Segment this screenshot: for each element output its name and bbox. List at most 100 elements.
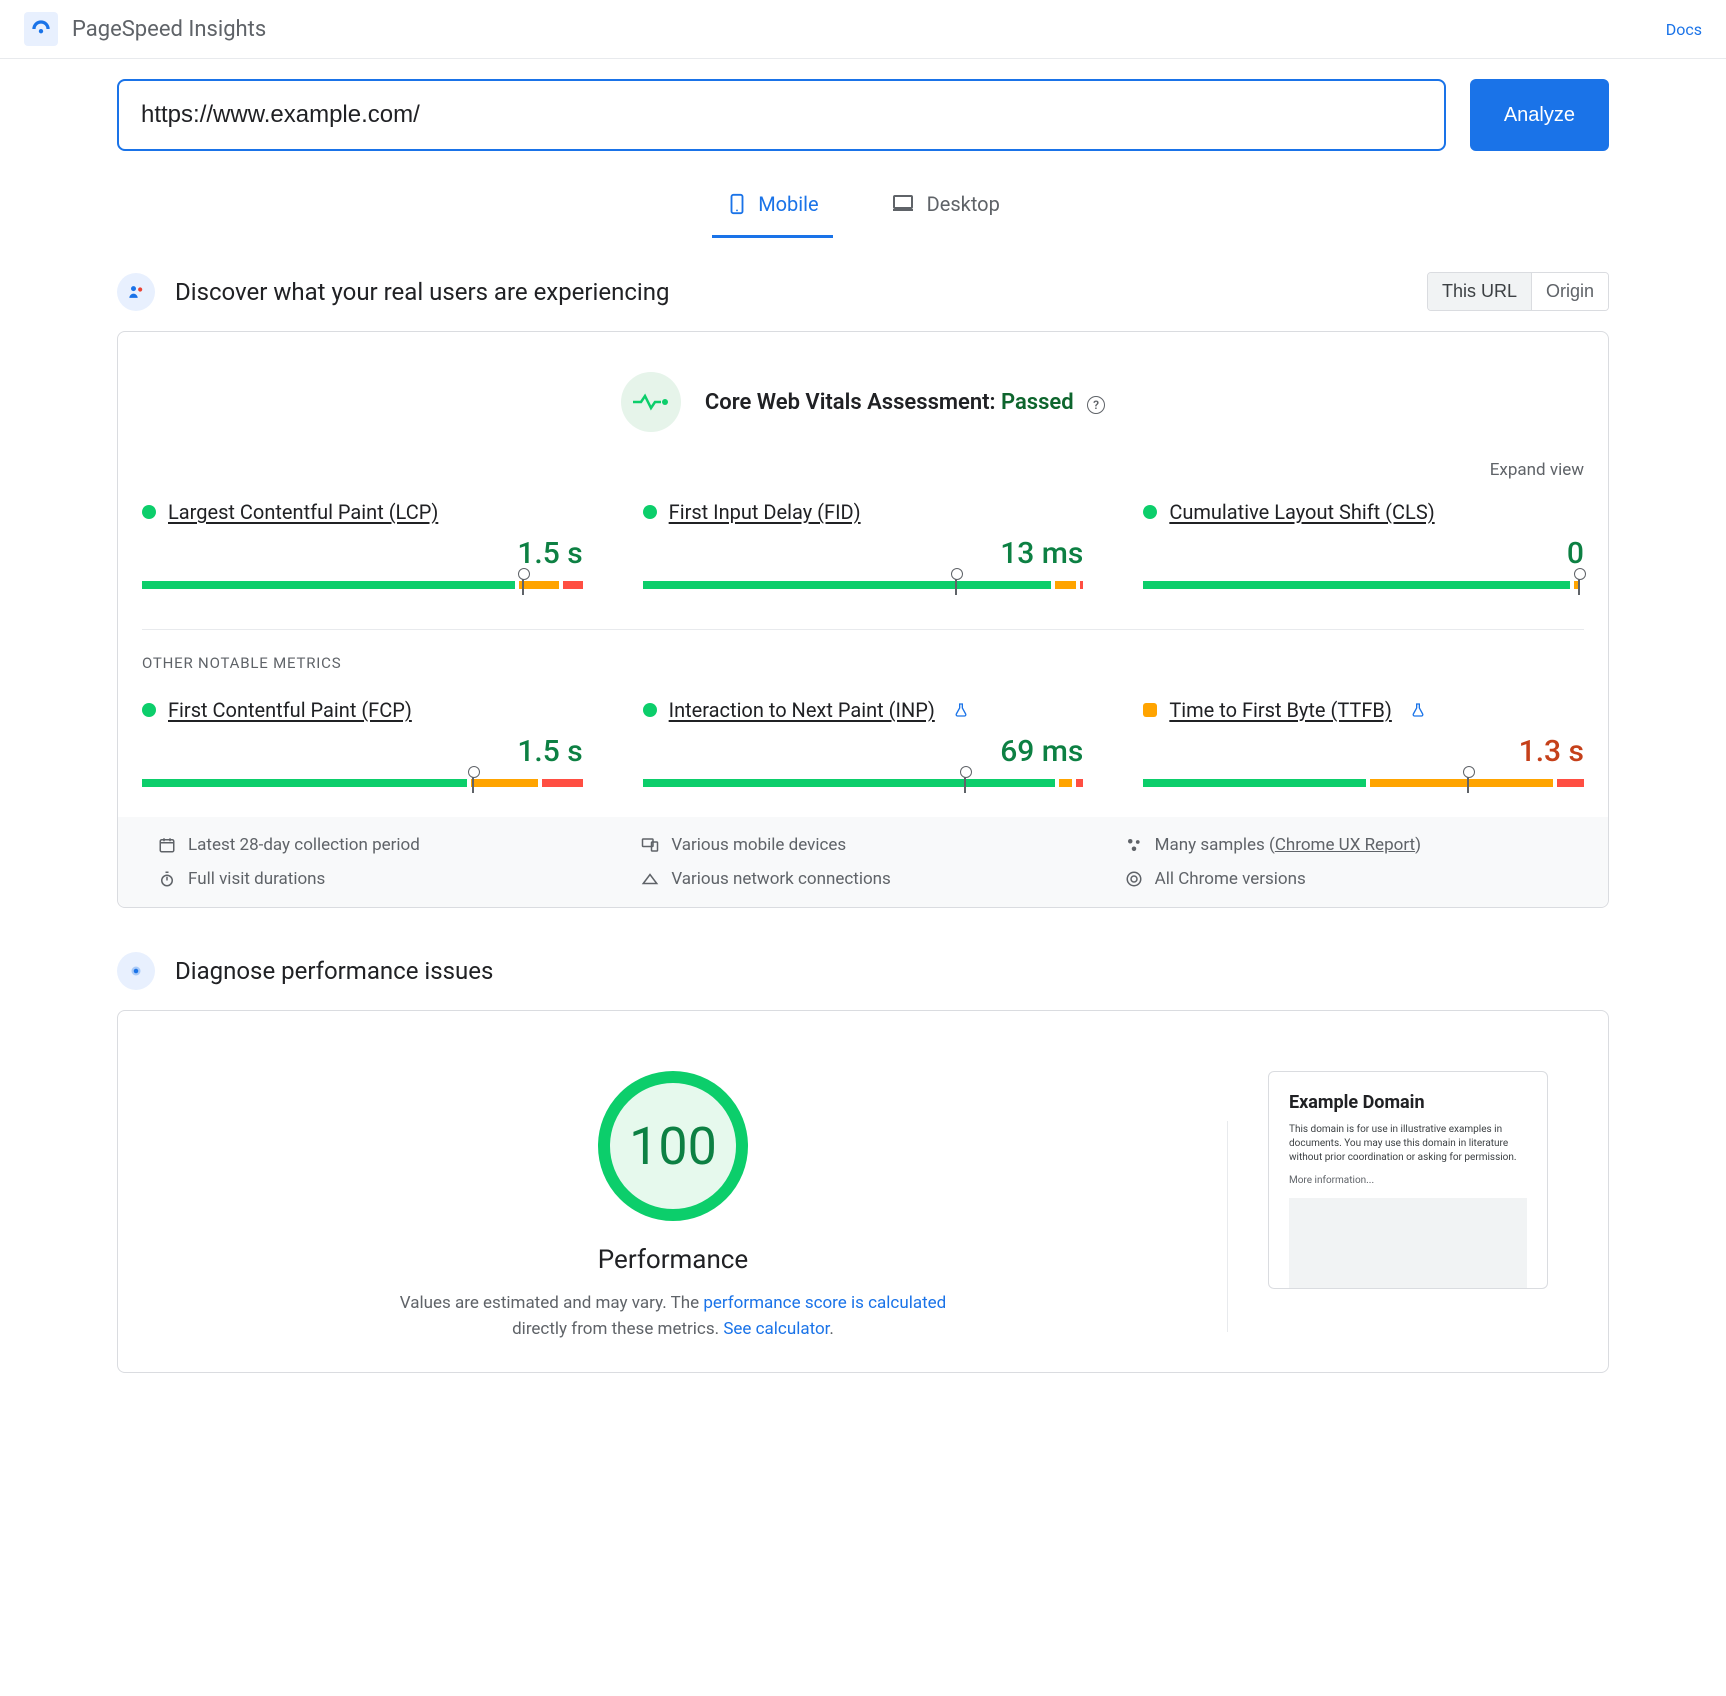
metric-value: 1.5 s bbox=[142, 734, 583, 769]
samples-icon bbox=[1125, 836, 1143, 854]
distribution-bar bbox=[142, 581, 583, 589]
footer-versions: All Chrome versions bbox=[1125, 869, 1568, 889]
app-header: PageSpeed Insights Docs bbox=[0, 0, 1726, 59]
performance-gauge: 100 bbox=[598, 1071, 748, 1221]
flask-icon bbox=[953, 702, 969, 718]
status-dot bbox=[1143, 505, 1157, 519]
bar-segment-orange bbox=[519, 581, 559, 589]
bar-segment-green bbox=[1143, 779, 1366, 787]
metric-name[interactable]: Largest Contentful Paint (LCP) bbox=[168, 500, 438, 524]
bar-segment-green bbox=[643, 581, 1052, 589]
device-tabs: Mobile Desktop bbox=[117, 179, 1609, 238]
bar-segment-orange bbox=[1055, 581, 1075, 589]
metric-value: 1.3 s bbox=[1143, 734, 1584, 769]
bar-segment-green bbox=[643, 779, 1055, 787]
status-dot bbox=[1143, 703, 1157, 717]
preview-column: Example Domain This domain is for use in… bbox=[1228, 1071, 1608, 1342]
metrics-divider bbox=[142, 629, 1584, 630]
docs-link[interactable]: Docs bbox=[1666, 20, 1702, 39]
performance-description: Values are estimated and may vary. The p… bbox=[393, 1291, 953, 1342]
bar-segment-green bbox=[142, 779, 467, 787]
bar-segment-green bbox=[142, 581, 515, 589]
status-dot bbox=[643, 505, 657, 519]
bar-segment-red bbox=[563, 581, 583, 589]
status-dot bbox=[142, 703, 156, 717]
diagnose-header: Diagnose performance issues bbox=[117, 952, 1609, 990]
bar-segment-orange bbox=[1370, 779, 1553, 787]
metric-name[interactable]: First Input Delay (FID) bbox=[669, 500, 861, 524]
help-icon[interactable]: ? bbox=[1087, 396, 1105, 414]
bar-segment-red bbox=[1076, 779, 1083, 787]
expand-view-link[interactable]: Expand view bbox=[118, 460, 1608, 492]
mobile-icon bbox=[726, 189, 748, 219]
metric: Largest Contentful Paint (LCP) 1.5 s bbox=[142, 500, 583, 589]
vitals-pass-icon bbox=[621, 372, 681, 432]
bar-segment-orange bbox=[471, 779, 539, 787]
bar-marker bbox=[955, 575, 957, 595]
bar-segment-red bbox=[1557, 779, 1584, 787]
diagnose-icon bbox=[117, 952, 155, 990]
desktop-icon bbox=[889, 192, 917, 216]
header-left: PageSpeed Insights bbox=[24, 12, 266, 46]
footer-samples: Many samples (Chrome UX Report) bbox=[1125, 835, 1568, 855]
stopwatch-icon bbox=[158, 870, 176, 888]
bar-marker bbox=[472, 773, 474, 793]
footer-versions-text: All Chrome versions bbox=[1155, 869, 1306, 889]
cwv-label-text: Core Web Vitals Assessment: bbox=[705, 390, 1001, 415]
metric: Cumulative Layout Shift (CLS) 0 bbox=[1143, 500, 1584, 589]
crux-link[interactable]: Chrome UX Report bbox=[1275, 835, 1415, 855]
app-logo-icon bbox=[24, 12, 58, 46]
distribution-bar bbox=[1143, 581, 1584, 589]
tab-desktop-label: Desktop bbox=[927, 192, 1000, 216]
distribution-bar bbox=[1143, 779, 1584, 787]
toggle-this-url[interactable]: This URL bbox=[1428, 273, 1531, 310]
performance-label: Performance bbox=[158, 1245, 1188, 1275]
score-calc-link[interactable]: performance score is calculated bbox=[703, 1293, 946, 1313]
preview-title: Example Domain bbox=[1289, 1092, 1527, 1113]
metric-name[interactable]: Time to First Byte (TTFB) bbox=[1169, 698, 1392, 722]
bar-marker bbox=[522, 575, 524, 595]
metric: First Contentful Paint (FCP) 1.5 s bbox=[142, 698, 583, 787]
analyze-button[interactable]: Analyze bbox=[1470, 79, 1609, 151]
tab-desktop[interactable]: Desktop bbox=[875, 179, 1014, 238]
preview-more-link: More information... bbox=[1289, 1175, 1527, 1186]
footer-period-text: Latest 28-day collection period bbox=[188, 835, 420, 855]
footer-networks: Various network connections bbox=[641, 869, 1084, 889]
metric-value: 13 ms bbox=[643, 536, 1084, 571]
distribution-bar bbox=[643, 779, 1084, 787]
field-data-card: Core Web Vitals Assessment: Passed ? Exp… bbox=[117, 331, 1609, 908]
bar-marker bbox=[1467, 773, 1469, 793]
metric-name[interactable]: First Contentful Paint (FCP) bbox=[168, 698, 412, 722]
bar-marker bbox=[964, 773, 966, 793]
cwv-status: Passed bbox=[1001, 390, 1074, 415]
preview-text: This domain is for use in illustrative e… bbox=[1289, 1123, 1527, 1165]
chrome-icon bbox=[1125, 870, 1143, 888]
metric-name[interactable]: Cumulative Layout Shift (CLS) bbox=[1169, 500, 1434, 524]
flask-icon bbox=[1410, 702, 1426, 718]
bar-marker bbox=[1578, 575, 1580, 595]
tab-mobile[interactable]: Mobile bbox=[712, 179, 832, 238]
distribution-bar bbox=[643, 581, 1084, 589]
bar-segment-red bbox=[1080, 581, 1083, 589]
footer-durations-text: Full visit durations bbox=[188, 869, 325, 889]
bar-segment-orange bbox=[1059, 779, 1073, 787]
bar-segment-red bbox=[542, 779, 583, 787]
devices-icon bbox=[641, 836, 659, 854]
url-input[interactable] bbox=[117, 79, 1446, 151]
footer-period: Latest 28-day collection period bbox=[158, 835, 601, 855]
footer-samples-text: Many samples (Chrome UX Report) bbox=[1155, 835, 1421, 855]
toggle-origin[interactable]: Origin bbox=[1531, 273, 1608, 310]
field-data-footer: Latest 28-day collection period Various … bbox=[118, 817, 1608, 907]
see-calculator-link[interactable]: See calculator bbox=[723, 1319, 829, 1339]
metric: Interaction to Next Paint (INP) 69 ms bbox=[643, 698, 1084, 787]
metric-value: 1.5 s bbox=[142, 536, 583, 571]
metric-value: 69 ms bbox=[643, 734, 1084, 769]
calendar-icon bbox=[158, 836, 176, 854]
other-metrics-label: OTHER NOTABLE METRICS bbox=[118, 654, 1608, 690]
page-preview: Example Domain This domain is for use in… bbox=[1268, 1071, 1548, 1289]
status-dot bbox=[643, 703, 657, 717]
bar-segment-green bbox=[1143, 581, 1570, 589]
metric-name[interactable]: Interaction to Next Paint (INP) bbox=[669, 698, 935, 722]
diagnose-card: 100 Performance Values are estimated and… bbox=[117, 1010, 1609, 1373]
app-title: PageSpeed Insights bbox=[72, 17, 266, 42]
